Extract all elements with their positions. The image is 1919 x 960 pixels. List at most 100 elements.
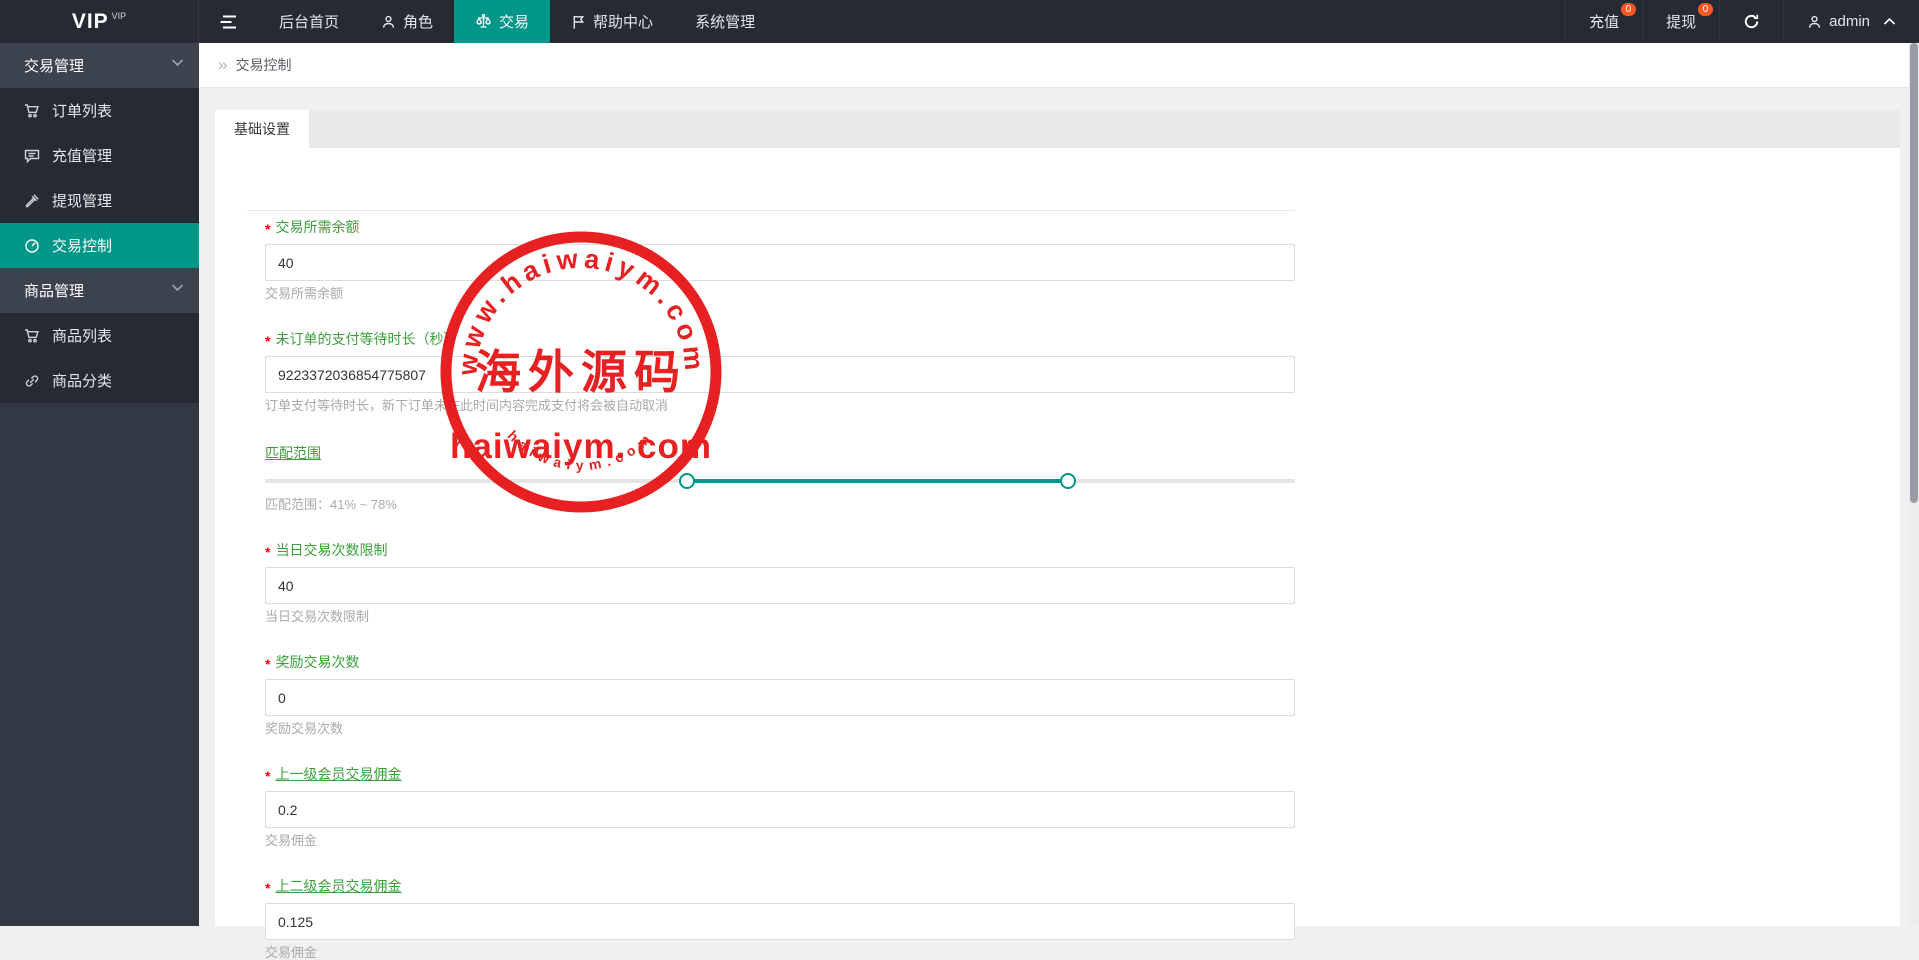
field-label-text: 奖励交易次数 [275, 654, 359, 670]
sidebar-item-trade-control[interactable]: 交易控制 [0, 223, 199, 268]
nav-item-system[interactable]: 系统管理 [674, 0, 776, 43]
nav-item-label: 角色 [403, 11, 433, 32]
field-input[interactable] [265, 791, 1295, 828]
tab-label: 基础设置 [234, 119, 290, 139]
sidebar-toggle-button[interactable] [199, 0, 258, 43]
nav-item-label: 系统管理 [695, 11, 755, 32]
settings-form: *交易所需余额交易所需余额*未订单的支付等待时长（秒）订单支付等待时长，新下订单… [215, 210, 1315, 960]
recharge-label: 充值 [1589, 11, 1619, 32]
form-field: 匹配范围匹配范围：41% ~ 78% [265, 444, 1295, 512]
field-input[interactable] [265, 679, 1295, 716]
sidebar-item-goods-category[interactable]: 商品分类 [0, 358, 199, 403]
gauge-icon [24, 238, 40, 254]
required-asterisk: * [265, 880, 270, 896]
field-label-text: 当日交易次数限制 [275, 542, 387, 558]
chevron-down-icon [171, 283, 184, 292]
field-label: * 未订单的支付等待时长（秒） [265, 330, 1295, 349]
recharge-button[interactable]: 充值 0 [1565, 0, 1642, 43]
breadcrumb: » 交易控制 [199, 43, 1919, 88]
gavel-icon [24, 193, 40, 209]
required-asterisk: * [265, 656, 270, 672]
refresh-button[interactable] [1719, 0, 1783, 43]
field-label: * 奖励交易次数 [265, 653, 1295, 672]
nav-item-trade[interactable]: 交易 [454, 0, 550, 43]
required-asterisk: * [265, 768, 270, 784]
sidebar-item-label: 提现管理 [52, 190, 112, 211]
sidebar-group-label: 交易管理 [24, 55, 84, 76]
range-slider[interactable] [265, 472, 1295, 490]
sidebar-item-withdraw-mgmt[interactable]: 提现管理 [0, 178, 199, 223]
required-asterisk: * [265, 221, 270, 237]
logo-superscript: VIP [112, 11, 127, 21]
sidebar-item-goods-list[interactable]: 商品列表 [0, 313, 199, 358]
form-field: *奖励交易次数奖励交易次数 [265, 653, 1295, 736]
field-hint: 订单支付等待时长，新下订单未在此时间内容完成支付将会被自动取消 [265, 399, 1295, 413]
nav-item-label: 帮助中心 [593, 11, 653, 32]
recharge-badge: 0 [1621, 3, 1637, 16]
scrollbar-thumb[interactable] [1910, 43, 1918, 503]
app-logo[interactable]: VIP VIP [0, 0, 199, 43]
user-icon [381, 14, 396, 30]
field-label-text: 上一级会员交易佣金 [275, 766, 401, 782]
navbar-right: 充值 0 提现 0 admin [1565, 0, 1919, 43]
required-asterisk: * [265, 544, 270, 560]
form-field: *交易所需余额交易所需余额 [265, 218, 1295, 301]
sidebar-item-label: 订单列表 [52, 100, 112, 121]
field-hint: 交易所需余额 [265, 287, 1295, 301]
field-input[interactable] [265, 356, 1295, 393]
hamburger-icon [219, 14, 238, 30]
main-menu: 后台首页 角色 交易 帮助中心 系统管理 [199, 0, 776, 43]
sidebar-item-recharge-mgmt[interactable]: 充值管理 [0, 133, 199, 178]
sidebar-item-order-list[interactable]: 订单列表 [0, 88, 199, 133]
nav-item-label: 后台首页 [279, 11, 339, 32]
scales-icon [475, 13, 492, 30]
tab-strip: 基础设置 [215, 110, 1900, 148]
nav-item-roles[interactable]: 角色 [360, 0, 454, 43]
form-field: * 上一级会员交易佣金交易佣金 [265, 765, 1295, 848]
top-navbar: VIP VIP 后台首页 角色 交易 帮助中心 系统管理 充值 0 [0, 0, 1919, 43]
sidebar-item-label: 交易控制 [52, 235, 112, 256]
sidebar-item-label: 商品列表 [52, 325, 112, 346]
field-label: *交易所需余额 [265, 218, 1295, 237]
field-label: * 上二级会员交易佣金 [265, 877, 1295, 896]
field-hint: 交易佣金 [265, 834, 1295, 848]
field-hint: 当日交易次数限制 [265, 610, 1295, 624]
field-label-text: 上二级会员交易佣金 [275, 878, 401, 894]
field-hint: 奖励交易次数 [265, 722, 1295, 736]
field-label-text: 未订单的支付等待时长（秒） [275, 331, 457, 347]
withdraw-button[interactable]: 提现 0 [1642, 0, 1719, 43]
cart-icon [24, 103, 40, 119]
sidebar-item-label: 充值管理 [52, 145, 112, 166]
sidebar-group-label: 商品管理 [24, 280, 84, 301]
form-field: * 未订单的支付等待时长（秒） 订单支付等待时长，新下订单未在此时间内容完成支付将会… [265, 330, 1295, 413]
page-title: 交易控制 [235, 55, 291, 75]
nav-item-help[interactable]: 帮助中心 [550, 0, 674, 43]
required-asterisk: * [265, 333, 270, 349]
slider-handle-high[interactable] [1060, 473, 1076, 489]
sidebar: 交易管理 订单列表 充值管理 提现管理 交易控制 商品管理 商品列表 商品分类 [0, 43, 199, 926]
content-area: 基础设置 *交易所需余额交易所需余额*未订单的支付等待时长（秒）订单支付等待时长… [199, 88, 1919, 926]
field-label: * 当日交易次数限制 [265, 541, 1295, 560]
field-input[interactable] [265, 244, 1295, 281]
slider-fill [687, 479, 1068, 483]
nav-item-home[interactable]: 后台首页 [258, 0, 360, 43]
form-field: *当日交易次数限制当日交易次数限制 [265, 541, 1295, 624]
withdraw-label: 提现 [1666, 11, 1696, 32]
sidebar-group-trade[interactable]: 交易管理 [0, 43, 199, 88]
comment-icon [24, 148, 40, 164]
withdraw-badge: 0 [1698, 3, 1714, 16]
vertical-scrollbar [1909, 43, 1919, 926]
settings-panel: *交易所需余额交易所需余额*未订单的支付等待时长（秒）订单支付等待时长，新下订单… [215, 148, 1900, 926]
logo-text: VIP [72, 10, 109, 34]
field-input[interactable] [265, 903, 1295, 940]
refresh-icon [1743, 13, 1760, 30]
field-input[interactable] [265, 567, 1295, 604]
slider-handle-low[interactable] [679, 473, 695, 489]
sidebar-group-goods[interactable]: 商品管理 [0, 268, 199, 313]
flag-icon [571, 14, 586, 30]
breadcrumb-arrows-icon: » [218, 55, 227, 75]
admin-menu[interactable]: admin [1783, 0, 1919, 43]
tab-basic-settings[interactable]: 基础设置 [215, 110, 309, 148]
sidebar-item-label: 商品分类 [52, 370, 112, 391]
form-divider [247, 210, 1295, 211]
